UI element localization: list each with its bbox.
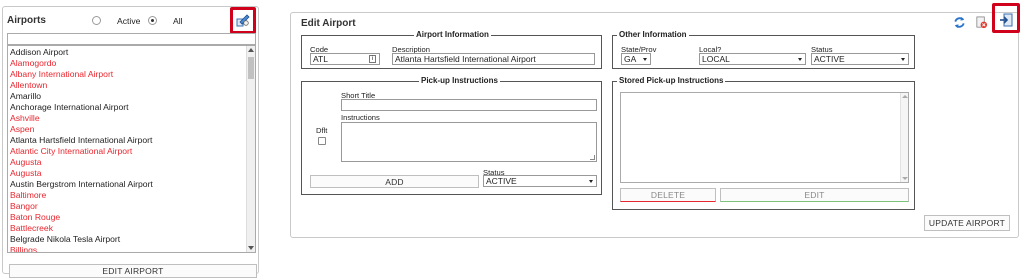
code-field[interactable]: ATL i bbox=[310, 53, 380, 65]
stored-scrollbar[interactable] bbox=[900, 93, 908, 182]
short-title-field[interactable] bbox=[341, 99, 597, 111]
pickup-status-select[interactable]: ACTIVE bbox=[483, 175, 597, 187]
stored-pickup-list[interactable] bbox=[620, 92, 909, 183]
other-info-title: Other Information bbox=[617, 30, 689, 39]
filter-active-label: Active bbox=[117, 16, 141, 26]
info-icon[interactable]: i bbox=[369, 55, 376, 63]
list-item[interactable]: Aspen bbox=[10, 124, 255, 135]
code-value: ATL bbox=[313, 54, 328, 64]
exit-icon[interactable] bbox=[997, 11, 1015, 29]
stored-pickup-group: Stored Pick-up Instructions DELETE EDIT bbox=[612, 76, 915, 210]
list-item[interactable]: Baltimore bbox=[10, 190, 255, 201]
list-item[interactable]: Augusta bbox=[10, 168, 255, 179]
airport-info-title: Airport Information bbox=[414, 30, 491, 39]
list-item[interactable]: Augusta bbox=[10, 157, 255, 168]
instructions-field[interactable] bbox=[341, 122, 597, 162]
scroll-down-icon[interactable] bbox=[248, 246, 254, 250]
edit-airport-panel: Edit Airport Airport Information Code AT… bbox=[290, 3, 1020, 238]
stored-pickup-title: Stored Pick-up Instructions bbox=[617, 76, 726, 85]
list-item[interactable]: Alamogordo bbox=[10, 58, 255, 69]
local-select[interactable]: LOCAL bbox=[699, 53, 806, 65]
filter-active-radio[interactable] bbox=[92, 16, 101, 25]
airport-info-group: Airport Information Code ATL i Descripti… bbox=[301, 30, 602, 69]
list-item[interactable]: Baton Rouge bbox=[10, 212, 255, 223]
list-scrollbar[interactable] bbox=[246, 46, 255, 252]
list-item[interactable]: Bangor bbox=[10, 201, 255, 212]
pickup-title: Pick-up Instructions bbox=[419, 76, 500, 85]
chevron-down-icon bbox=[901, 58, 905, 61]
list-item[interactable]: Amarillo bbox=[10, 91, 255, 102]
local-value: LOCAL bbox=[702, 54, 730, 64]
instructions-label: Instructions bbox=[341, 113, 380, 122]
list-item[interactable]: Albany International Airport bbox=[10, 69, 255, 80]
delete-button[interactable]: DELETE bbox=[620, 188, 716, 202]
list-item[interactable]: Addison Airport bbox=[10, 47, 255, 58]
edit-list-icon[interactable] bbox=[234, 11, 252, 29]
pickup-group: Pick-up Instructions Short Title Instruc… bbox=[301, 76, 602, 195]
list-item[interactable]: Ashville bbox=[10, 113, 255, 124]
list-item[interactable]: Allentown bbox=[10, 80, 255, 91]
filter-all-label: All bbox=[173, 16, 183, 26]
scroll-up-icon[interactable] bbox=[248, 48, 254, 52]
pickup-status-value: ACTIVE bbox=[486, 176, 517, 186]
edit-panel-title: Edit Airport bbox=[301, 18, 356, 29]
dflt-checkbox[interactable] bbox=[318, 137, 326, 145]
other-info-group: Other Information State/Prov GA Local? L… bbox=[612, 30, 915, 69]
state-value: GA bbox=[624, 54, 637, 64]
list-item[interactable]: Anchorage International Airport bbox=[10, 102, 255, 113]
filter-all-radio[interactable] bbox=[148, 16, 157, 25]
list-item[interactable]: Billings bbox=[10, 245, 255, 252]
state-select[interactable]: GA bbox=[621, 53, 651, 65]
list-item[interactable]: Atlantic City International Airport bbox=[10, 146, 255, 157]
chevron-down-icon bbox=[589, 180, 593, 183]
list-item[interactable]: Austin Bergstrom International Airport bbox=[10, 179, 255, 190]
scroll-thumb[interactable] bbox=[248, 57, 254, 79]
airports-panel: Airports Active All Addison Airport Alamo… bbox=[2, 6, 259, 278]
dflt-label: Dflt bbox=[316, 126, 328, 135]
list-item[interactable]: Belgrade Nikola Tesla Airport bbox=[10, 234, 255, 245]
airport-search-input[interactable] bbox=[7, 33, 256, 45]
airports-header: Airports Active All bbox=[3, 7, 258, 34]
edit-airport-button[interactable]: EDIT AIRPORT bbox=[9, 264, 257, 278]
panel-title: Airports bbox=[7, 15, 46, 26]
chevron-down-icon bbox=[643, 58, 647, 61]
add-button[interactable]: ADD bbox=[310, 175, 479, 188]
list-item[interactable]: Atlanta Hartsfield International Airport bbox=[10, 135, 255, 146]
scroll-down-icon[interactable] bbox=[902, 177, 908, 180]
edit-button[interactable]: EDIT bbox=[720, 188, 909, 202]
chevron-down-icon bbox=[798, 58, 802, 61]
resize-grip-icon[interactable] bbox=[590, 155, 595, 160]
cancel-icon[interactable] bbox=[972, 13, 990, 31]
other-status-select[interactable]: ACTIVE bbox=[811, 53, 909, 65]
refresh-icon[interactable] bbox=[950, 13, 968, 31]
airport-list[interactable]: Addison Airport Alamogordo Albany Internat… bbox=[7, 45, 256, 253]
other-status-value: ACTIVE bbox=[814, 54, 845, 64]
scroll-up-icon[interactable] bbox=[902, 95, 908, 98]
description-field[interactable]: Atlanta Hartsfield International Airport bbox=[392, 53, 595, 65]
update-airport-button[interactable]: UPDATE AIRPORT bbox=[924, 215, 1010, 231]
airport-list-items: Addison Airport Alamogordo Albany Internat… bbox=[8, 46, 255, 252]
list-item[interactable]: Battlecreek bbox=[10, 223, 255, 234]
